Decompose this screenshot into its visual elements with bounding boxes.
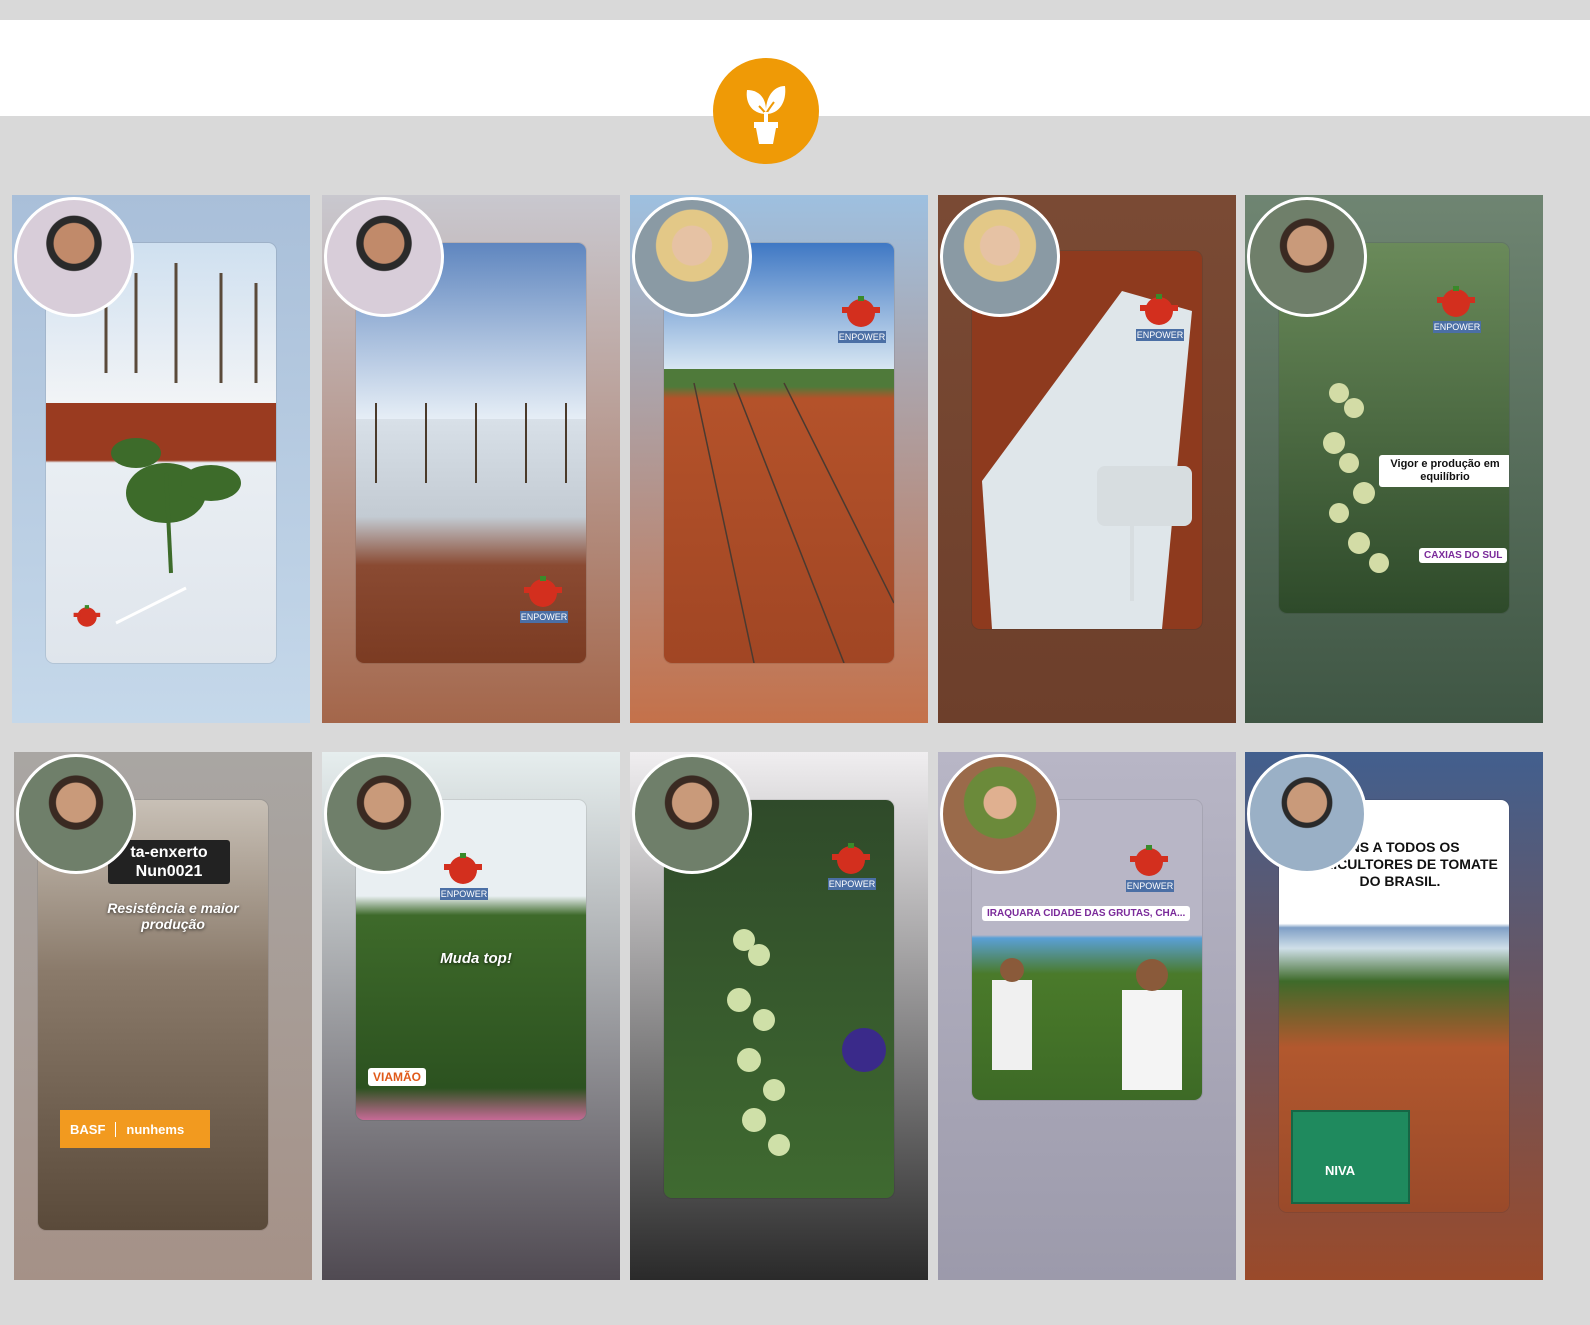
badge-label: ENPOWER [1136,329,1184,341]
avatar[interactable] [940,197,1060,317]
location-sticker[interactable]: CAXIAS DO SUL [1419,548,1508,563]
sprout-pot-icon [746,86,786,144]
brand-logo [713,58,819,164]
avatar[interactable] [14,197,134,317]
location-sticker[interactable]: VIAMÃO [368,1068,426,1086]
enpower-badge-icon: ENPOWER [1132,291,1186,341]
avatar[interactable] [632,754,752,874]
story-card-5[interactable]: ENPOWER Vigor e produção em equilíbrio C… [1245,195,1543,723]
basf-banner: BASF nunhems [60,1110,210,1148]
story-card-7[interactable]: ENPOWER Muda top! VIAMÃO [322,752,620,1280]
basf-logo: BASF [60,1121,117,1137]
story-card-4[interactable]: ENPOWER [938,195,1236,723]
story-caption: Muda top! [440,950,512,967]
location-sticker[interactable]: IRAQUARA CIDADE DAS GRUTAS, CHA... [982,906,1191,921]
enpower-badge-icon: ENPOWER [1429,283,1483,333]
crate-label: NIVA [1325,1163,1356,1178]
avatar[interactable] [324,197,444,317]
badge-label: ENPOWER [1126,880,1174,892]
badge-label: ENPOWER [520,611,568,623]
story-card-9[interactable]: ENPOWER IRAQUARA CIDADE DAS GRUTAS, CHA.… [938,752,1236,1280]
enpower-badge-icon: ENPOWER [834,293,888,343]
crate [1291,1110,1410,1204]
avatar[interactable] [940,754,1060,874]
enpower-badge-icon [68,603,106,638]
badge-label: ENPOWER [828,878,876,890]
enpower-badge-icon: ENPOWER [516,573,570,623]
enpower-badge-icon: ENPOWER [436,850,490,900]
story-card-3[interactable]: ENPOWER [630,195,928,723]
story-card-10[interactable]: ENS A TODOS OS AGRICULTORES DE TOMATE DO… [1245,752,1543,1280]
story-card-1[interactable] [12,195,310,723]
nunhems-logo: nunhems [126,1121,185,1137]
story-card-6[interactable]: ta-enxerto Nun0021 Resistência e maior p… [14,752,312,1280]
avatar[interactable] [1247,754,1367,874]
story-caption: Resistência e maior produção [107,900,239,932]
badge-label: ENPOWER [1433,321,1481,333]
badge-label: ENPOWER [440,888,488,900]
story-card-2[interactable]: ENPOWER [322,195,620,723]
story-card-8[interactable]: ENPOWER [630,752,928,1280]
avatar[interactable] [324,754,444,874]
avatar[interactable] [16,754,136,874]
enpower-badge-icon: ENPOWER [824,840,878,890]
avatar[interactable] [1247,197,1367,317]
badge-label: ENPOWER [838,331,886,343]
story-caption: Vigor e produção em equilíbrio [1379,455,1509,488]
avatar[interactable] [632,197,752,317]
enpower-badge-icon: ENPOWER [1122,842,1176,892]
